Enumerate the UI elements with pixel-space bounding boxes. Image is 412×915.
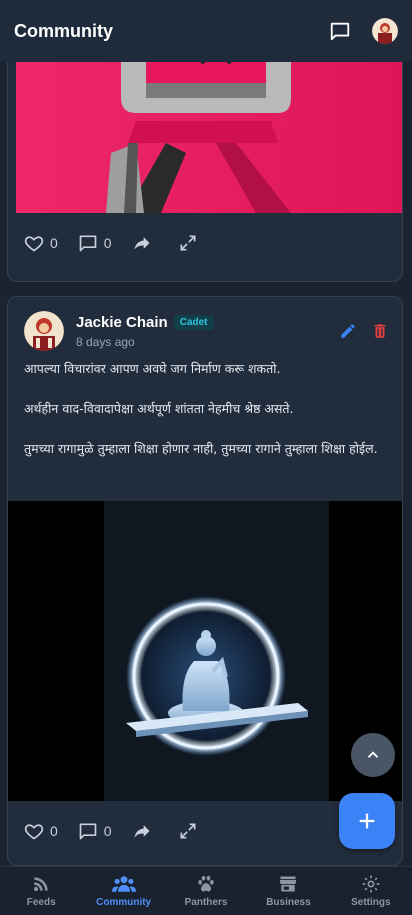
rank-badge: Cadet [173, 314, 214, 330]
nav-item-settings[interactable]: Settings [330, 867, 412, 915]
bottom-navigation: Feeds Community Panthers Business Settin… [0, 866, 412, 915]
gear-icon [362, 875, 380, 893]
expand-icon [180, 823, 196, 839]
fullscreen-button[interactable] [178, 233, 204, 253]
trash-icon [374, 324, 386, 338]
like-button[interactable]: 0 [24, 821, 58, 841]
rss-icon [34, 877, 48, 892]
app-header: Community [0, 0, 412, 62]
share-icon [134, 825, 150, 838]
create-post-button[interactable] [339, 793, 395, 849]
feed-list[interactable]: 0 0 Jackie Chain Cadet 8 days ago आपल्या… [0, 62, 412, 866]
nav-label: Feeds [26, 897, 56, 908]
comment-button[interactable]: 0 [78, 821, 112, 841]
post-timestamp: 8 days ago [76, 334, 135, 349]
nav-label: Business [266, 897, 311, 908]
nav-item-panthers[interactable]: Panthers [165, 867, 247, 915]
post-actions: 0 0 [8, 223, 402, 263]
share-button[interactable] [132, 821, 158, 841]
people-icon [111, 876, 136, 892]
heart-icon [24, 824, 44, 840]
pencil-icon [341, 324, 355, 338]
store-icon [280, 876, 297, 892]
share-button[interactable] [132, 233, 158, 253]
delete-button[interactable] [371, 322, 389, 340]
post-card: Jackie Chain Cadet 8 days ago आपल्या विच… [7, 296, 403, 866]
comment-button[interactable]: 0 [78, 233, 112, 253]
comment-count: 0 [103, 823, 112, 839]
post-image[interactable] [16, 62, 402, 213]
post-header: Jackie Chain Cadet 8 days ago [24, 309, 389, 353]
like-count: 0 [50, 823, 58, 839]
nav-label: Panthers [184, 897, 228, 908]
author-info: Jackie Chain Cadet 8 days ago [76, 314, 325, 349]
fullscreen-button[interactable] [178, 821, 204, 841]
post-paragraph: अर्थहीन वाद-विवादापेक्षा अर्थपूर्ण शांतत… [24, 401, 294, 416]
expand-icon [180, 235, 196, 251]
edit-button[interactable] [339, 322, 357, 340]
post-card: 0 0 [7, 62, 403, 282]
plus-icon [359, 813, 375, 829]
paw-icon [198, 875, 214, 892]
nav-item-business[interactable]: Business [247, 867, 329, 915]
page-title: Community [14, 20, 113, 41]
author-name[interactable]: Jackie Chain [76, 314, 168, 331]
chat-icon [330, 22, 350, 41]
post-owner-actions [325, 322, 389, 340]
nav-item-feeds[interactable]: Feeds [0, 867, 82, 915]
heart-icon [24, 236, 44, 252]
author-avatar[interactable] [24, 311, 64, 351]
scroll-to-top-button[interactable] [351, 733, 395, 777]
post-text: आपल्या विचारांवर आपण अवघे जग निर्माण करू… [24, 359, 390, 479]
profile-avatar[interactable] [372, 18, 398, 44]
chevron-up-icon [367, 751, 379, 758]
nav-label: Settings [351, 897, 391, 908]
nav-label: Community [96, 897, 152, 908]
like-button[interactable]: 0 [24, 233, 58, 253]
share-icon [134, 237, 150, 250]
comment-count: 0 [103, 235, 112, 251]
comment-icon [79, 235, 97, 252]
post-image[interactable] [8, 501, 402, 801]
messages-button[interactable] [326, 17, 354, 45]
like-count: 0 [50, 235, 58, 251]
post-paragraph: तुमच्या रागामुळे तुम्हाला शिक्षा होणार न… [24, 441, 378, 456]
nav-item-community[interactable]: Community [82, 867, 164, 915]
post-paragraph: आपल्या विचारांवर आपण अवघे जग निर्माण करू… [24, 361, 281, 376]
comment-icon [79, 823, 97, 840]
